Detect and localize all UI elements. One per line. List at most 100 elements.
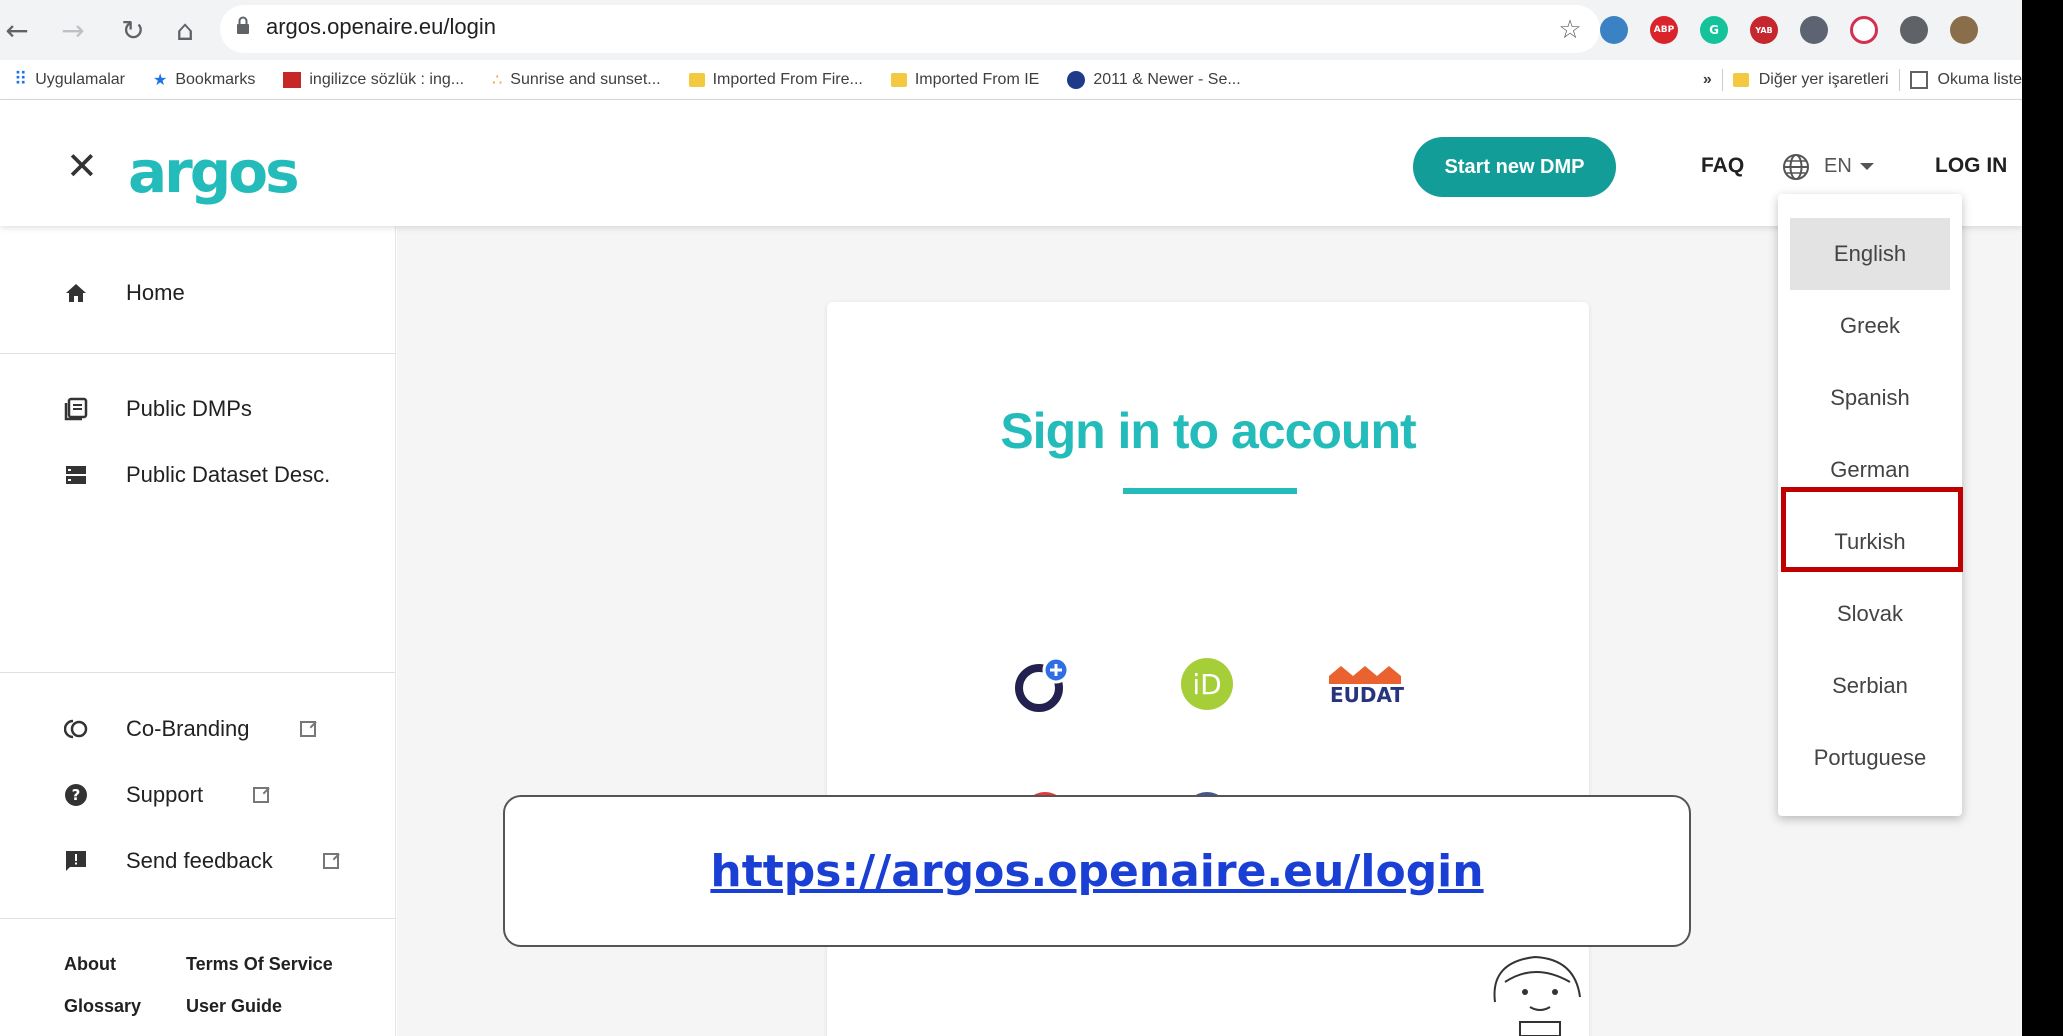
- language-code: EN: [1824, 155, 1852, 177]
- bookmarks-overflow-button[interactable]: »: [1703, 71, 1712, 89]
- orcid-login-button[interactable]: iD: [1177, 654, 1237, 714]
- svg-text:iD: iD: [1192, 668, 1221, 701]
- bookmark-label: ingilizce sözlük : ing...: [309, 70, 465, 88]
- sidebar-item-label: Public DMPs: [126, 396, 252, 421]
- divider: [0, 918, 396, 919]
- feedback-icon: [66, 851, 86, 871]
- folder-icon: [688, 72, 705, 87]
- separator: [1721, 69, 1723, 91]
- login-link[interactable]: LOG IN: [1935, 154, 2007, 178]
- sidebar-item-feedback[interactable]: Send feedback: [64, 848, 339, 874]
- turkish-highlight-box: [1781, 487, 1963, 572]
- bookmark-folder[interactable]: Imported From Fire...: [688, 70, 863, 89]
- dataset-icon: [66, 466, 86, 484]
- bookmark-label: Imported From IE: [914, 70, 1040, 88]
- faq-link[interactable]: FAQ: [1701, 154, 1744, 178]
- lock-icon: [237, 16, 249, 34]
- footer-user-guide[interactable]: User Guide: [186, 996, 282, 1017]
- url-callout: https://argos.openaire.eu/login: [503, 795, 1691, 947]
- language-option-serbian[interactable]: Serbian: [1790, 650, 1950, 722]
- openaire-icon: [1015, 656, 1070, 712]
- language-option-spanish[interactable]: Spanish: [1790, 362, 1950, 434]
- folder-icon: [890, 72, 907, 87]
- bookmark-item[interactable]: ∴ Sunrise and sunset...: [492, 70, 661, 90]
- footer-about[interactable]: About: [64, 954, 116, 975]
- reload-icon[interactable]: ↻: [118, 8, 148, 52]
- close-icon[interactable]: ✕: [66, 144, 98, 188]
- language-option-slovak[interactable]: Slovak: [1790, 578, 1950, 650]
- help-icon: ?: [65, 784, 87, 806]
- argos-logo[interactable]: argos: [128, 138, 300, 206]
- divider: [0, 353, 396, 354]
- external-link-icon: [322, 853, 339, 869]
- url-text: argos.openaire.eu/login: [266, 14, 496, 39]
- screen: ← → ↻ ⌂ argos.openaire.eu/login ☆ ABP G …: [0, 0, 2022, 1036]
- app-header: ✕ argos Start new DMP FAQ EN LOG IN: [0, 100, 2022, 226]
- sidebar-item-home[interactable]: Home: [64, 280, 185, 306]
- mascot-illustration: [1493, 955, 1581, 1036]
- orcid-icon: iD: [1181, 658, 1233, 710]
- bookmark-label: Uygulamalar: [35, 70, 125, 88]
- site-icon: [1067, 70, 1086, 89]
- bookmark-item[interactable]: ★ Bookmarks: [153, 70, 255, 90]
- reading-list-icon: [1909, 71, 1928, 89]
- divider: [0, 672, 396, 673]
- apps-icon: ⠿: [14, 69, 28, 89]
- bookmark-label: Imported From Fire...: [712, 70, 863, 88]
- sidebar-item-public-dmps[interactable]: Public DMPs: [64, 396, 252, 422]
- eudat-login-button[interactable]: EUDAT: [1317, 654, 1417, 714]
- yab-icon[interactable]: YAB: [1750, 16, 1778, 44]
- bookmark-label: Sunrise and sunset...: [510, 70, 661, 88]
- start-new-dmp-button[interactable]: Start new DMP: [1413, 137, 1616, 197]
- back-icon[interactable]: ←: [2, 8, 32, 52]
- bookmark-apps[interactable]: ⠿ Uygulamalar: [14, 69, 125, 90]
- bookmarks-bar: ⠿ Uygulamalar ★ Bookmarks ingilizce sözl…: [0, 60, 2022, 100]
- globe-icon[interactable]: [1781, 152, 1811, 182]
- bookmark-item[interactable]: ingilizce sözlük : ing...: [283, 71, 464, 89]
- sidebar-item-co-branding[interactable]: Co-Branding: [64, 716, 316, 742]
- pocket-icon[interactable]: [1850, 16, 1878, 44]
- language-selector[interactable]: EN: [1824, 155, 1874, 178]
- grammarly-icon[interactable]: G: [1700, 16, 1728, 44]
- footer-glossary[interactable]: Glossary: [64, 996, 141, 1017]
- adblock-icon[interactable]: ABP: [1650, 16, 1678, 44]
- external-link-icon: [299, 721, 316, 737]
- page-title: Sign in to account: [1000, 403, 1416, 459]
- sunrise-icon: ∴: [492, 71, 503, 89]
- language-option-greek[interactable]: Greek: [1790, 290, 1950, 362]
- language-option-portuguese[interactable]: Portuguese: [1790, 722, 1950, 794]
- sidebar-item-support[interactable]: ? Support: [64, 782, 270, 808]
- other-bookmarks[interactable]: Diğer yer işaretleri: [1759, 71, 1889, 89]
- sidebar-item-public-dataset[interactable]: Public Dataset Desc.: [64, 462, 330, 488]
- sidebar-item-label: Send feedback: [126, 848, 273, 873]
- cobranding-icon: [64, 719, 88, 739]
- folder-icon: [1732, 73, 1749, 87]
- star-icon: ★: [153, 71, 168, 89]
- eudat-label: EUDAT: [1330, 683, 1404, 707]
- language-option-english[interactable]: English: [1790, 218, 1950, 290]
- reading-list[interactable]: Okuma liste: [1938, 71, 2022, 89]
- bookmark-folder[interactable]: Imported From IE: [890, 70, 1040, 89]
- title-underline: [1123, 488, 1297, 494]
- star-icon[interactable]: ☆: [1555, 8, 1585, 52]
- home-browser-icon[interactable]: ⌂: [170, 8, 200, 52]
- puzzle-icon[interactable]: [1900, 16, 1928, 44]
- login-url-link[interactable]: https://argos.openaire.eu/login: [710, 846, 1483, 897]
- openaire-login-button[interactable]: [1013, 654, 1073, 714]
- list-icon: [64, 397, 88, 421]
- footer-terms[interactable]: Terms Of Service: [186, 954, 333, 975]
- profile-avatar[interactable]: [1950, 16, 1978, 44]
- external-link-icon: [253, 787, 270, 803]
- extension-icon[interactable]: [1800, 16, 1828, 44]
- bookmark-item[interactable]: 2011 & Newer - Se...: [1067, 70, 1241, 89]
- bookmark-label: Bookmarks: [175, 70, 256, 88]
- sidebar-item-label: Support: [126, 782, 204, 807]
- browser-toolbar: ← → ↻ ⌂ argos.openaire.eu/login ☆ ABP G …: [0, 0, 2022, 60]
- separator: [1898, 69, 1900, 91]
- extension-icon[interactable]: [1600, 16, 1628, 44]
- sidebar-item-label: Home: [126, 280, 185, 305]
- sidebar-item-label: Co-Branding: [126, 716, 250, 741]
- sidebar-item-label: Public Dataset Desc.: [126, 462, 331, 487]
- forward-icon[interactable]: →: [58, 8, 88, 52]
- chevron-down-icon: [1859, 163, 1874, 170]
